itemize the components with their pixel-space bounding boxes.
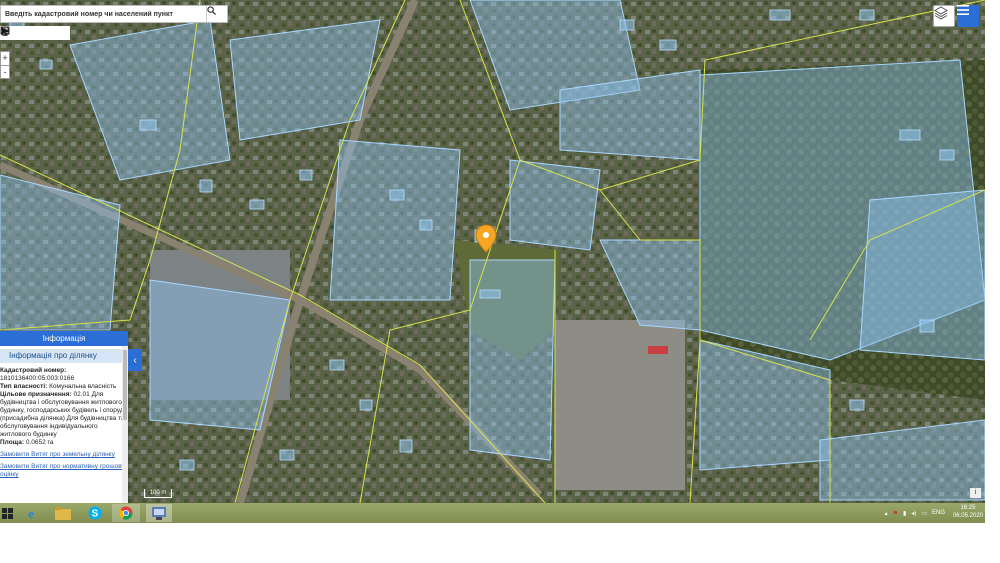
start-icon — [1, 507, 13, 519]
parcel-details: Кадастровий номер: 1810136400:05:003:0166… — [0, 365, 128, 479]
map-canvas[interactable]: ? + - Інформація Інформація про ділянку … — [0, 0, 985, 503]
taskbar-ie[interactable]: e — [22, 504, 40, 522]
volume-icon[interactable]: ◂) — [911, 510, 916, 517]
attribution-button[interactable]: i — [970, 488, 981, 498]
search-button[interactable] — [206, 6, 227, 22]
satellite-map — [0, 0, 985, 503]
zoom-control: + - — [0, 51, 10, 79]
clock[interactable]: 16:25 06.05.2020 — [953, 504, 983, 520]
info-panel: Інформація Інформація про ділянку Кадаст… — [0, 331, 128, 503]
chrome-icon — [119, 506, 133, 520]
clock-date: 06.05.2020 — [952, 513, 983, 519]
area-row: Площа: 0.0652 га — [0, 439, 126, 447]
svg-text:e: e — [28, 506, 34, 520]
explorer-icon — [55, 506, 71, 520]
network-icon[interactable]: ▮ — [903, 510, 906, 517]
cadastral-row: Кадастровий номер: 1810136400:05:003:0166 — [0, 367, 126, 383]
svg-text:?: ? — [4, 28, 7, 34]
purpose-row: Цільове призначення: 02.01 Для будівницт… — [0, 391, 126, 439]
app-icon — [152, 506, 166, 520]
area-label: Площа: — [0, 439, 25, 446]
info-panel-title: Інформація — [0, 331, 128, 346]
measure-icon[interactable] — [0, 26, 28, 40]
map-toolbar: ? — [0, 26, 70, 40]
area-icon[interactable] — [1, 26, 42, 40]
search-box — [0, 5, 228, 23]
ie-icon: e — [28, 506, 34, 520]
scrollbar-thumb[interactable] — [123, 350, 127, 420]
zoom-in-button[interactable]: + — [1, 52, 9, 65]
order-extract-link[interactable]: Замовити Витяг про земельну ділянку — [0, 451, 126, 459]
svg-text:S: S — [92, 509, 99, 520]
taskbar-skype[interactable]: S — [86, 504, 104, 522]
info-panel-subtitle: Інформація про ділянку — [0, 349, 123, 363]
taskbar-chrome[interactable] — [112, 504, 140, 522]
cadastral-value: 1810136400:05:003:0166 — [0, 375, 75, 382]
zoom-out-button[interactable]: - — [1, 65, 9, 79]
start-button[interactable] — [0, 504, 14, 522]
hamburger-icon — [957, 5, 969, 15]
system-tray: ▴ ⚑ ▮ ◂) ▭ ENG — [885, 503, 945, 523]
cadastral-label: Кадастровий номер: — [0, 367, 67, 374]
taskbar: e S ▴ ⚑ ▮ ◂) ▭ ENG 16:25 06.05.2020 — [0, 503, 985, 523]
search-icon — [207, 6, 216, 15]
skype-icon: S — [88, 506, 102, 520]
tray-expand-icon[interactable]: ▴ — [885, 510, 888, 517]
flag-icon[interactable]: ⚑ — [893, 510, 898, 517]
ownership-value: Комунальна власність — [49, 383, 117, 390]
pointer-icon[interactable] — [2, 26, 56, 40]
search-input[interactable] — [1, 6, 207, 22]
scale-bar: 100 m — [144, 489, 172, 498]
purpose-label: Цільове призначення: — [0, 391, 72, 398]
purpose-value: 02.01 Для будівництва і обслуговування ж… — [0, 391, 125, 438]
clock-time: 16:25 — [960, 505, 976, 511]
keyboard-icon[interactable]: ▭ — [921, 510, 927, 517]
taskbar-explorer[interactable] — [52, 504, 74, 522]
order-valuation-link[interactable]: Замовити Витяг про нормативну грошову оц… — [0, 463, 126, 479]
chevron-left-icon: ‹ — [133, 354, 137, 366]
ownership-row: Тип власності: Комунальна власність — [0, 383, 126, 391]
area-value: 0.0652 га — [25, 439, 54, 446]
layers-button[interactable] — [933, 5, 955, 27]
ownership-label: Тип власності: — [0, 383, 48, 390]
menu-button[interactable] — [957, 5, 979, 27]
language-indicator[interactable]: ENG — [932, 510, 945, 516]
collapse-panel-button[interactable]: ‹ — [128, 349, 142, 371]
taskbar-app[interactable] — [146, 504, 172, 522]
layers-icon — [934, 6, 948, 20]
info-icon[interactable]: ? — [0, 26, 70, 40]
